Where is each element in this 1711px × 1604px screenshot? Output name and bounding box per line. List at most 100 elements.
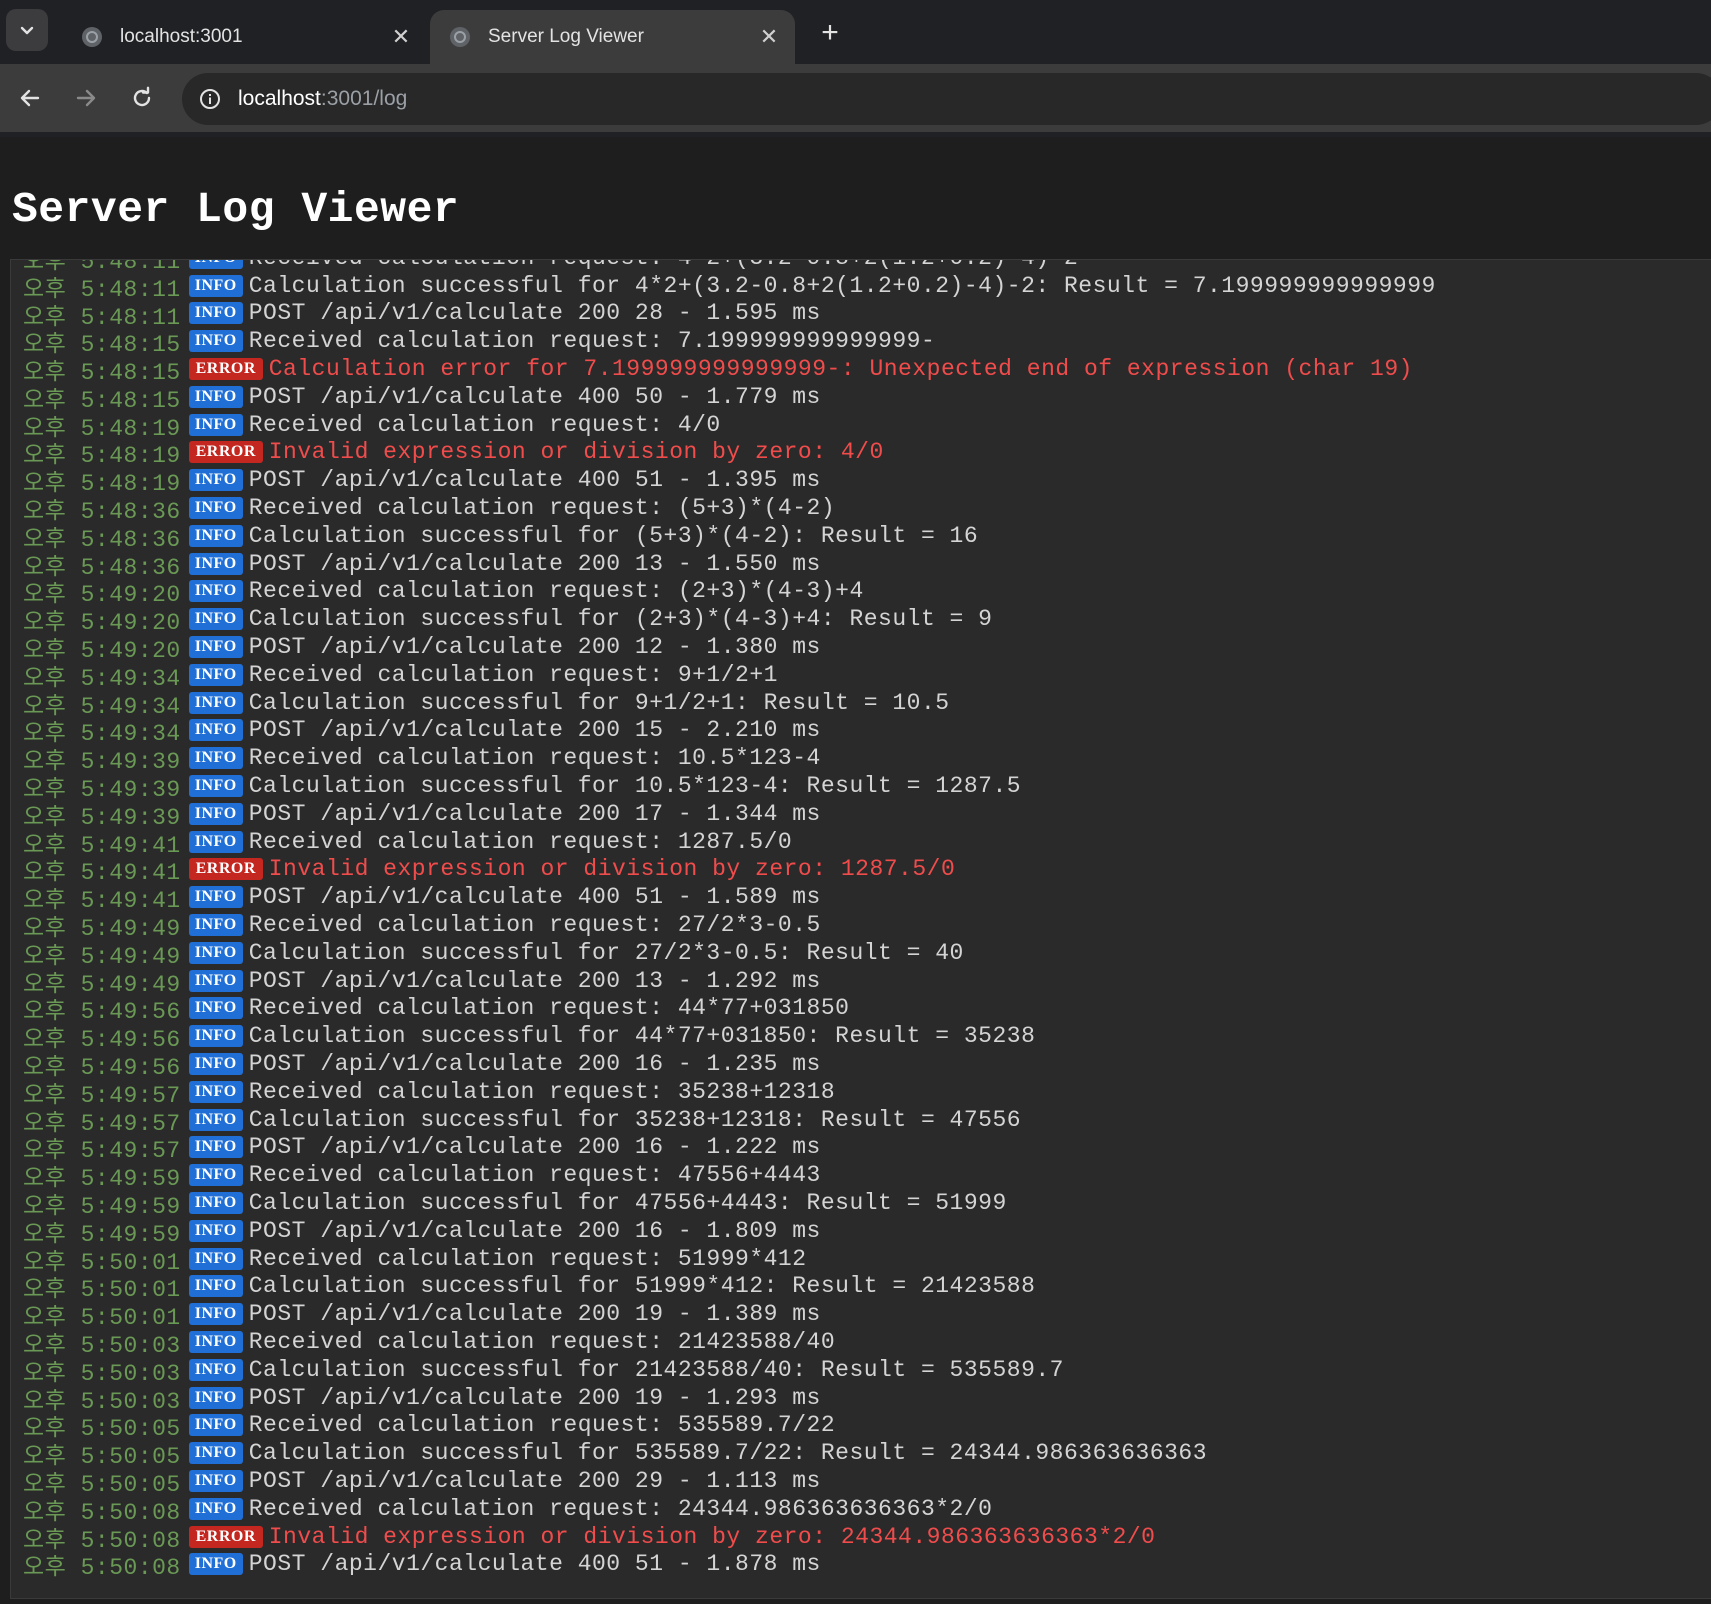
log-entry: 오후 5:49:39 INFO POST /api/v1/calculate 200…	[23, 800, 1436, 831]
info-level-badge: INFO	[188, 524, 243, 547]
log-message: Calculation successful for (5+3)*(4-2): …	[248, 522, 979, 549]
info-level-badge: INFO	[188, 1330, 243, 1353]
log-message: POST /api/v1/calculate 200 19 - 1.389 ms	[248, 1301, 821, 1328]
log-entry: 오후 5:48:36 INFO Received calculation reque…	[23, 494, 1436, 525]
globe-icon	[82, 27, 102, 47]
log-entry: 오후 5:49:20 INFO Received calculation reque…	[23, 578, 1436, 608]
info-level-badge: INFO	[188, 747, 243, 770]
log-entry: 오후 5:48:36 INFO Calculation successful for…	[23, 522, 1436, 553]
info-level-badge: INFO	[188, 1469, 243, 1492]
log-entry: 오후 5:49:20 INFO POST /api/v1/calculate 200…	[23, 633, 1436, 664]
log-message: Invalid expression or division by zero: …	[268, 1523, 1156, 1550]
info-level-badge: INFO	[188, 1247, 243, 1270]
log-entry: 오후 5:49:57 INFO Calculation successful for…	[23, 1106, 1436, 1137]
log-container[interactable]: 오후 5:48:11INFOReceived calculation reque…	[10, 259, 1711, 1599]
log-entry: 오후 5:49:34 INFO Calculation successful for…	[23, 689, 1436, 720]
log-message: POST /api/v1/calculate 400 51 - 1.589 ms	[248, 884, 821, 911]
info-level-badge: INFO	[188, 1053, 243, 1075]
tab-localhost[interactable]: localhost:3001 ✕	[62, 10, 427, 64]
close-tab-icon[interactable]: ✕	[389, 24, 413, 50]
info-level-badge: INFO	[188, 497, 243, 520]
info-level-badge: INFO	[188, 274, 243, 297]
log-entry: 오후 5:50:08 INFO POST /api/v1/calculate 400…	[23, 1550, 1436, 1581]
log-entry: 오후 5:49:57 INFO Received calculation reque…	[23, 1078, 1436, 1109]
info-level-badge: INFO	[188, 1164, 243, 1187]
log-entry: 오후 5:48:19 INFO POST /api/v1/calculate 400…	[23, 466, 1436, 497]
log-message: Received calculation request: 21423588/4…	[248, 1328, 836, 1355]
info-level-badge: INFO	[188, 1219, 243, 1242]
log-message: Invalid expression or division by zero: …	[268, 856, 956, 883]
close-tab-icon[interactable]: ✕	[757, 24, 781, 50]
new-tab-button[interactable]: +	[810, 14, 850, 54]
log-entry: 오후 5:49:56 INFO POST /api/v1/calculate 200…	[23, 1050, 1436, 1081]
info-level-badge: INFO	[188, 260, 243, 269]
info-level-badge: INFO	[188, 1303, 243, 1326]
log-entry: 오후 5:49:56 INFO Calculation successful for…	[23, 1022, 1436, 1053]
log-entry: 오후 5:49:41 ERROR Invalid expression or div…	[23, 856, 1436, 886]
info-level-badge: INFO	[188, 1136, 243, 1159]
reload-icon	[133, 86, 151, 107]
log-message: POST /api/v1/calculate 400 51 - 1.395 ms	[248, 467, 821, 494]
info-level-badge: INFO	[188, 469, 243, 492]
info-level-badge: INFO	[188, 830, 243, 853]
log-message: Calculation successful for 44*77+031850:…	[248, 1023, 1036, 1050]
address-bar[interactable]: localhost:3001/log	[182, 73, 1711, 125]
log-message: Calculation successful for 35238+12318: …	[248, 1106, 1022, 1133]
info-level-badge: INFO	[188, 608, 243, 631]
log-entry: 오후 5:50:05 INFO Received calculation reque…	[23, 1411, 1436, 1442]
log-message: POST /api/v1/calculate 200 19 - 1.293 ms	[248, 1384, 821, 1411]
info-level-badge: INFO	[188, 1358, 243, 1381]
log-message: Calculation successful for 535589.7/22: …	[248, 1440, 1208, 1467]
log-entry: 오후 5:48:19 ERROR Invalid expression or div…	[23, 439, 1436, 469]
log-entry: 오후 5:49:49 INFO POST /api/v1/calculate 200…	[23, 967, 1436, 998]
tab-search-button[interactable]	[6, 9, 48, 51]
log-message: Received calculation request: 47556+4443	[248, 1162, 821, 1189]
log-entry: 오후 5:49:49 INFO Received calculation reque…	[23, 911, 1436, 942]
reload-button[interactable]	[122, 78, 162, 118]
log-message: Calculation successful for 51999*412: Re…	[248, 1273, 1036, 1300]
log-entry: 오후 5:48:11INFOReceived calculation reque…	[23, 260, 1436, 275]
page-content: Server Log Viewer 오후 5:48:11INFOReceived…	[0, 137, 1711, 1604]
info-level-badge: INFO	[188, 691, 243, 714]
chevron-down-icon	[20, 26, 34, 35]
log-message: Calculation successful for 4*2+(3.2-0.8+…	[248, 272, 1436, 299]
url-text: localhost:3001/log	[238, 87, 407, 111]
info-level-badge: INFO	[188, 1275, 243, 1298]
log-entry: 오후 5:49:57 INFO POST /api/v1/calculate 200…	[23, 1134, 1436, 1164]
info-level-badge: INFO	[188, 802, 243, 825]
log-message: Calculation error for 7.199999999999999-…	[268, 356, 1413, 383]
log-entry: 오후 5:50:03 INFO POST /api/v1/calculate 200…	[23, 1384, 1436, 1415]
back-arrow-icon	[20, 89, 40, 107]
info-level-badge: INFO	[188, 1191, 243, 1214]
forward-arrow-icon	[76, 89, 96, 107]
log-message: POST /api/v1/calculate 200 29 - 1.113 ms	[248, 1467, 821, 1494]
log-message: Received calculation request: (2+3)*(4-3…	[248, 578, 864, 605]
log-entry: 오후 5:48:15 INFO POST /api/v1/calculate 400…	[23, 383, 1436, 414]
site-info-icon[interactable]	[196, 85, 224, 113]
back-button[interactable]	[10, 78, 50, 118]
log-message: Received calculation request: 1287.5/0	[248, 828, 793, 855]
error-level-badge: ERROR	[188, 1525, 263, 1548]
log-message: Received calculation request: 27/2*3-0.5	[248, 912, 821, 939]
log-message: Received calculation request: (5+3)*(4-2…	[248, 495, 836, 522]
log-entry: 오후 5:50:05 INFO POST /api/v1/calculate 200…	[23, 1467, 1436, 1498]
info-level-badge: INFO	[188, 914, 243, 937]
info-level-badge: INFO	[188, 552, 243, 575]
log-entry: 오후 5:49:41 INFO POST /api/v1/calculate 400…	[23, 883, 1436, 914]
log-message: Received calculation request: 51999*412	[248, 1245, 807, 1272]
log-message: POST /api/v1/calculate 200 28 - 1.595 ms	[248, 300, 821, 327]
log-list: 오후 5:48:11INFOReceived calculation reque…	[23, 260, 1436, 1581]
error-level-badge: ERROR	[188, 858, 263, 881]
info-level-badge: INFO	[188, 330, 243, 353]
log-entry: 오후 5:49:59 INFO Received calculation reque…	[23, 1161, 1436, 1192]
log-message: Received calculation request: 44*77+0318…	[248, 995, 850, 1022]
log-message: Received calculation request: 10.5*123-4	[248, 745, 821, 772]
log-entry: 오후 5:48:15 ERROR Calculation error for 7.1…	[23, 355, 1436, 386]
tab-server-log-viewer[interactable]: Server Log Viewer ✕	[430, 10, 795, 64]
forward-button[interactable]	[66, 78, 106, 118]
log-message: POST /api/v1/calculate 400 51 - 1.878 ms	[248, 1551, 821, 1578]
log-entry: 오후 5:49:39 INFO Calculation successful for…	[23, 772, 1436, 803]
log-message: POST /api/v1/calculate 200 13 - 1.550 ms	[248, 550, 821, 577]
info-level-badge: INFO	[188, 663, 243, 686]
log-message: Calculation successful for 9+1/2+1: Resu…	[248, 689, 950, 716]
